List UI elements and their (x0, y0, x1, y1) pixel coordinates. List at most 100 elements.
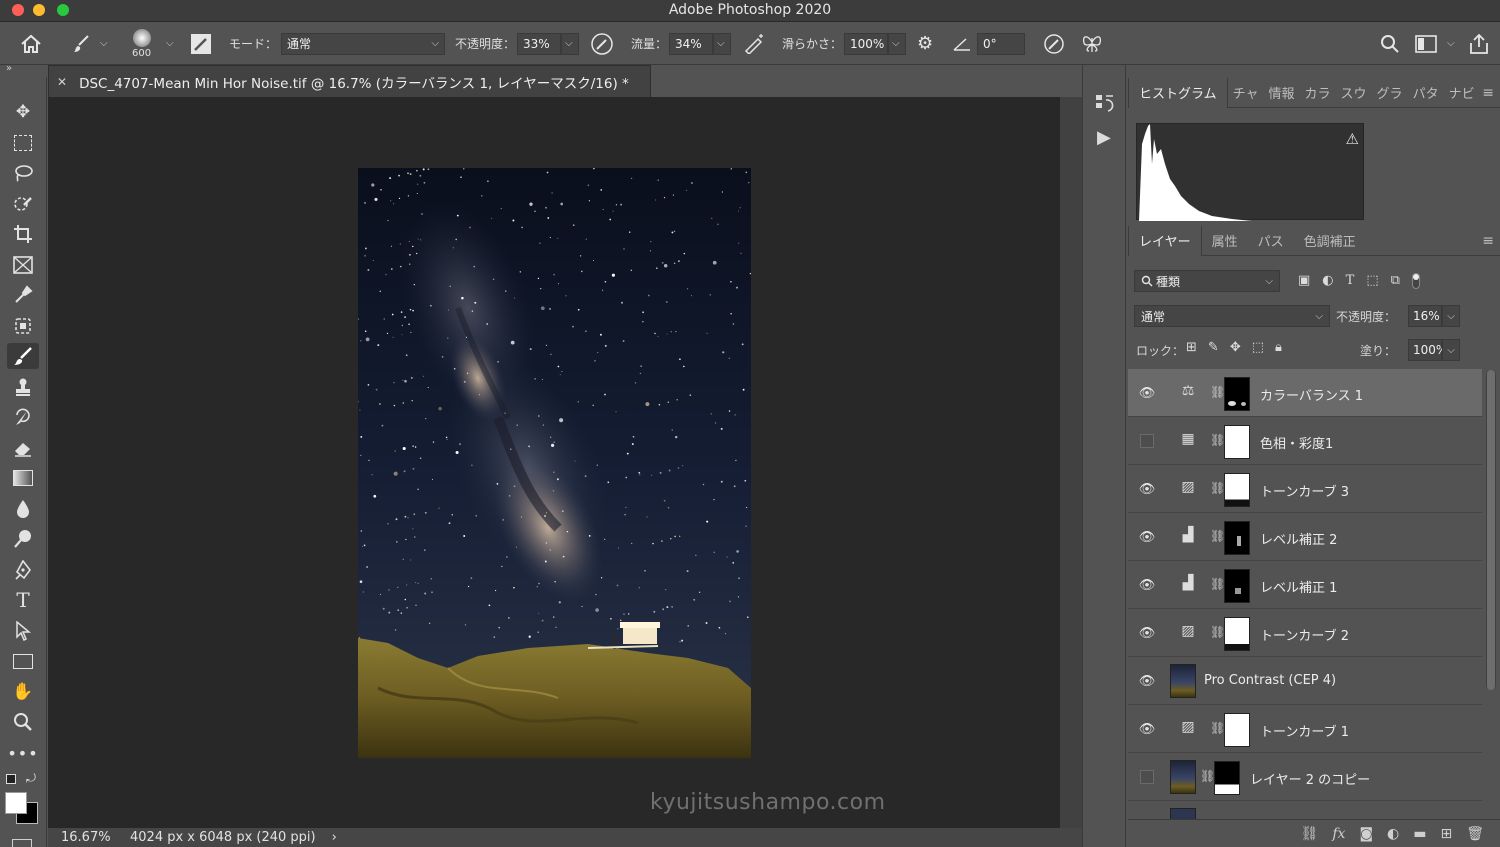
lock-artboard-icon[interactable]: ⬚ (1252, 340, 1264, 355)
layer-row[interactable]: 👁︎ ▟ ⛓ レベル補正 2 (1128, 513, 1482, 561)
layer-mask-thumbnail[interactable] (1224, 713, 1250, 747)
layer-mask-thumbnail[interactable] (1224, 425, 1250, 459)
tab-channels[interactable]: チャ (1228, 78, 1264, 108)
eyedropper-tool[interactable] (7, 282, 39, 308)
link-icon[interactable]: ⛓ (1210, 385, 1225, 399)
pressure-size-button[interactable] (1043, 22, 1065, 65)
layer-mask-thumbnail[interactable] (1224, 569, 1250, 603)
eye-icon[interactable]: 👁︎ (1138, 578, 1156, 593)
layer-filter-select[interactable]: 種類 ⌵ (1134, 270, 1280, 292)
filter-toggle-icon[interactable] (1411, 273, 1420, 289)
brush-preset-button[interactable]: ⌵ (72, 22, 108, 65)
chevron-right-icon[interactable]: › (332, 830, 337, 845)
brush-settings-panel-button[interactable] (190, 22, 212, 65)
filter-pixel-icon[interactable]: ▣ (1298, 273, 1310, 289)
brush-size-picker[interactable]: 600 (132, 22, 151, 65)
layer-opacity-dropdown[interactable]: ⌵ (1442, 305, 1460, 327)
lock-all-icon[interactable]: 🔒︎ (1275, 340, 1282, 355)
lock-position-icon[interactable]: ✥ (1230, 340, 1241, 355)
swap-colors-icon[interactable]: ⤾ (26, 771, 36, 786)
default-colors-icon[interactable] (6, 774, 16, 784)
filter-adjustment-icon[interactable]: ◐ (1322, 273, 1333, 289)
layer-row[interactable] (1128, 801, 1482, 819)
layers-scrollbar[interactable] (1486, 370, 1496, 690)
airbrush-button[interactable] (743, 22, 765, 65)
clone-stamp-tool[interactable] (7, 374, 39, 400)
layer-row[interactable]: ▦ ⛓ 色相・彩度1 (1128, 417, 1482, 465)
spot-healing-tool[interactable] (7, 313, 39, 339)
panel-menu-icon[interactable]: ≡ (1482, 233, 1494, 249)
layer-mask-thumbnail[interactable] (1224, 521, 1250, 555)
layer-row[interactable]: 👁︎ ▟ ⛓ レベル補正 1 (1128, 561, 1482, 609)
layer-mask-thumbnail[interactable] (1224, 617, 1250, 651)
document-image[interactable] (358, 168, 751, 758)
brush-size-chevron-icon[interactable]: ⌵ (166, 38, 174, 49)
lock-transparent-icon[interactable]: ⊞ (1186, 340, 1197, 355)
filter-type-icon[interactable]: T (1346, 273, 1355, 289)
layer-opacity-input[interactable]: 16% (1408, 305, 1442, 327)
eye-icon[interactable]: 👁︎ (1138, 530, 1156, 545)
link-icon[interactable]: ⛓ (1210, 481, 1225, 495)
smoothing-dropdown[interactable]: ⌵ (888, 32, 907, 55)
history-panel-button[interactable] (1095, 93, 1115, 118)
panel-menu-icon[interactable]: ≡ (1482, 85, 1494, 101)
layer-row[interactable]: 👁︎ ⚖ ⛓ カラーバランス 1 (1128, 369, 1482, 417)
eye-icon[interactable]: 👁︎ (1138, 626, 1156, 641)
link-layers-icon[interactable]: ⛓ (1301, 826, 1319, 842)
folder-icon[interactable]: ▬ (1413, 826, 1426, 842)
pressure-opacity-button[interactable] (590, 22, 614, 65)
layer-row[interactable]: 👁︎ ▨ ⛓ トーンカーブ 1 (1128, 705, 1482, 753)
eye-icon[interactable]: 👁︎ (1138, 482, 1156, 497)
warning-icon[interactable]: ⚠ (1346, 130, 1359, 148)
layers-scrollbar-thumb[interactable] (1487, 370, 1495, 690)
angle-input[interactable]: 0° (977, 32, 1025, 55)
document-tab[interactable]: ✕ DSC_4707-Mean Min Hor Noise.tif @ 16.7… (48, 65, 651, 97)
move-tool[interactable]: ✥ (7, 99, 39, 125)
dodge-tool[interactable] (7, 526, 39, 552)
close-tab-icon[interactable]: ✕ (57, 75, 67, 89)
brush-tool[interactable] (7, 343, 39, 369)
blur-tool[interactable] (7, 496, 39, 522)
flow-input[interactable]: 34% (669, 32, 714, 55)
path-selection-tool[interactable] (7, 618, 39, 644)
smoothing-options-button[interactable]: ⚙ (917, 22, 933, 65)
symmetry-button[interactable] (1081, 22, 1103, 65)
layer-mask-thumbnail[interactable] (1224, 377, 1250, 411)
link-icon[interactable]: ⛓ (1200, 769, 1215, 783)
tab-info[interactable]: 情報 (1264, 78, 1300, 108)
filter-smart-object-icon[interactable]: ⧉ (1391, 273, 1400, 289)
link-icon[interactable]: ⛓ (1210, 625, 1225, 639)
blend-mode-select[interactable]: 通常 ⌵ (1134, 305, 1330, 327)
eye-icon[interactable]: 👁︎ (1138, 674, 1156, 689)
tab-histogram[interactable]: ヒストグラム (1128, 77, 1228, 108)
canvas-scrollbar[interactable] (1060, 97, 1082, 828)
layer-row[interactable]: 👁︎ ▨ ⛓ トーンカーブ 2 (1128, 609, 1482, 657)
tab-adjustments[interactable]: 色調補正 (1294, 226, 1366, 256)
zoom-tool[interactable] (7, 709, 39, 735)
layer-row[interactable]: 👁︎ Pro Contrast (CEP 4) (1128, 657, 1482, 705)
close-window-button[interactable] (12, 4, 24, 16)
tab-swatches[interactable]: スウ (1336, 78, 1372, 108)
crop-tool[interactable] (7, 221, 39, 247)
opacity-input[interactable]: 33% (517, 32, 562, 55)
add-mask-icon[interactable]: ◙ (1359, 826, 1373, 842)
layer-mask-thumbnail[interactable] (1224, 473, 1250, 507)
flow-dropdown[interactable]: ⌵ (713, 32, 732, 55)
pen-tool[interactable] (7, 557, 39, 583)
gradient-tool[interactable] (7, 465, 39, 491)
rectangle-tool[interactable] (7, 648, 39, 674)
fill-input[interactable]: 100% (1408, 339, 1447, 361)
tab-patterns[interactable]: パタ (1408, 78, 1444, 108)
link-icon[interactable]: ⛓ (1210, 529, 1225, 543)
quick-mask-icon[interactable] (12, 839, 32, 847)
tab-paths[interactable]: パス (1248, 226, 1294, 256)
trash-icon[interactable]: 🗑︎ (1466, 826, 1484, 842)
history-brush-tool[interactable] (7, 404, 39, 430)
adjustment-layer-icon[interactable]: ◐ (1387, 826, 1399, 842)
layer-row[interactable]: ⛓ レイヤー 2 のコピー (1128, 753, 1482, 801)
tab-layers[interactable]: レイヤー (1128, 225, 1202, 256)
minimize-window-button[interactable] (33, 4, 45, 16)
zoom-value[interactable]: 16.67% (61, 830, 116, 845)
tab-gradients[interactable]: グラ (1372, 78, 1408, 108)
search-button[interactable] (1380, 22, 1400, 65)
